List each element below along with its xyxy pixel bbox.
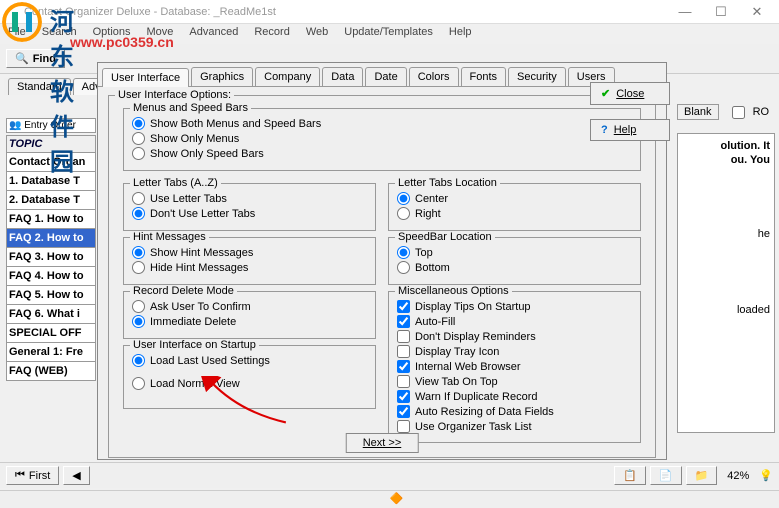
speedbar-loc-legend: SpeedBar Location: [395, 231, 495, 243]
list-item[interactable]: 2. Database T: [6, 191, 96, 210]
menu-search[interactable]: Search: [42, 26, 77, 42]
blank-button[interactable]: Blank: [677, 104, 719, 120]
opt-only-menus[interactable]: Show Only Menus: [132, 132, 632, 145]
misc-option[interactable]: Auto-Fill: [397, 315, 632, 328]
window-title: Contact Organizer Deluxe - Database: _Re…: [24, 6, 667, 18]
list-item[interactable]: FAQ 3. How to: [6, 248, 96, 267]
opt-center[interactable]: Center: [397, 192, 632, 205]
toolbtn-1[interactable]: 📋: [614, 466, 646, 485]
opt-immediate-del[interactable]: Immediate Delete: [132, 315, 367, 328]
menu-web[interactable]: Web: [306, 26, 328, 42]
opt-load-normal[interactable]: Load Normal View: [132, 377, 367, 390]
list-item[interactable]: 1. Database T: [6, 172, 96, 191]
list-item[interactable]: General 1: Fre: [6, 343, 96, 362]
opt-top[interactable]: Top: [397, 246, 632, 259]
next-button[interactable]: Next >>: [346, 433, 419, 453]
titlebar: Contact Organizer Deluxe - Database: _Re…: [0, 0, 779, 24]
maximize-button[interactable]: ☐: [703, 1, 739, 23]
menubar: File Search Options Move Advanced Record…: [0, 24, 779, 44]
menu-update[interactable]: Update/Templates: [344, 26, 433, 42]
list-item[interactable]: FAQ 2. How to: [6, 229, 96, 248]
opt-use-letter[interactable]: Use Letter Tabs: [132, 192, 367, 205]
delete-mode-legend: Record Delete Mode: [130, 285, 237, 297]
opt-load-last[interactable]: Load Last Used Settings: [132, 354, 367, 367]
topic-header: TOPIC: [6, 135, 96, 153]
people-icon: 👥: [9, 120, 21, 131]
letter-loc-legend: Letter Tabs Location: [395, 177, 500, 189]
minimize-button[interactable]: —: [667, 1, 703, 23]
close-button[interactable]: ✕: [739, 1, 775, 23]
dialog-tab[interactable]: Company: [255, 67, 320, 86]
opt-only-speed[interactable]: Show Only Speed Bars: [132, 147, 632, 160]
statusbar: 🔶: [0, 490, 779, 508]
entry-order[interactable]: 👥 Entry Order: [6, 118, 96, 133]
menu-options[interactable]: Options: [93, 26, 131, 42]
opt-hide-hints[interactable]: Hide Hint Messages: [132, 261, 367, 274]
dialog-help-button[interactable]: ?Help: [590, 119, 670, 141]
opt-no-letter[interactable]: Don't Use Letter Tabs: [132, 207, 367, 220]
misc-option[interactable]: Don't Display Reminders: [397, 330, 632, 343]
help-icon: ?: [601, 124, 608, 136]
first-button[interactable]: ⏮ First: [6, 466, 59, 485]
misc-option[interactable]: Auto Resizing of Data Fields: [397, 405, 632, 418]
startup-legend: User Interface on Startup: [130, 339, 259, 351]
opt-right[interactable]: Right: [397, 207, 632, 220]
misc-option[interactable]: Internal Web Browser: [397, 360, 632, 373]
check-icon: ✔: [601, 87, 610, 100]
ro-label: RO: [753, 106, 770, 118]
opt-both-menus[interactable]: Show Both Menus and Speed Bars: [132, 117, 632, 130]
menu-file[interactable]: File: [8, 26, 26, 42]
list-item[interactable]: FAQ 5. How to: [6, 286, 96, 305]
right-panel: Blank RO olution. It ou. You he loaded: [677, 106, 775, 433]
opt-ask-confirm[interactable]: Ask User To Confirm: [132, 300, 367, 313]
list-item[interactable]: FAQ 1. How to: [6, 210, 96, 229]
misc-option[interactable]: Display Tips On Startup: [397, 300, 632, 313]
menu-help[interactable]: Help: [449, 26, 472, 42]
ui-options-legend: User Interface Options:: [115, 89, 234, 101]
tab-standard[interactable]: Standard: [8, 78, 71, 95]
toolbtn-3[interactable]: 📁: [686, 466, 718, 485]
letter-tabs-legend: Letter Tabs (A..Z): [130, 177, 221, 189]
find-button[interactable]: 🔍 Find: [6, 49, 65, 68]
content-preview: olution. It ou. You he loaded: [677, 133, 775, 433]
list-item[interactable]: FAQ 4. How to: [6, 267, 96, 286]
menu-advanced[interactable]: Advanced: [189, 26, 238, 42]
toolbtn-2[interactable]: 📄: [650, 466, 682, 485]
list-item[interactable]: FAQ 6. What i: [6, 305, 96, 324]
options-dialog: User InterfaceGraphicsCompanyDataDateCol…: [97, 62, 667, 460]
dialog-tabs: User InterfaceGraphicsCompanyDataDateCol…: [98, 63, 666, 87]
zoom-pct: 42%: [727, 470, 749, 482]
dialog-tab[interactable]: Graphics: [191, 67, 253, 86]
dialog-tab[interactable]: Date: [365, 67, 406, 86]
hint-legend: Hint Messages: [130, 231, 209, 243]
list-item[interactable]: FAQ (WEB): [6, 362, 96, 381]
misc-option[interactable]: View Tab On Top: [397, 375, 632, 388]
dialog-tab[interactable]: Colors: [409, 67, 459, 86]
dialog-tab[interactable]: Data: [322, 67, 363, 86]
prev-button[interactable]: ◀: [63, 466, 89, 485]
menu-move[interactable]: Move: [147, 26, 174, 42]
misc-option[interactable]: Use Organizer Task List: [397, 420, 632, 433]
menus-speed-legend: Menus and Speed Bars: [130, 102, 251, 114]
misc-legend: Miscellaneous Options: [395, 285, 512, 297]
bottom-bar: ⏮ First ◀ 📋 📄 📁 42% 💡: [0, 462, 779, 488]
dialog-close-button[interactable]: ✔Close: [590, 82, 670, 105]
ro-checkbox[interactable]: [732, 106, 745, 119]
dialog-tab[interactable]: Security: [508, 67, 566, 86]
opt-bottom[interactable]: Bottom: [397, 261, 632, 274]
find-label: Find: [33, 53, 56, 65]
dialog-tab[interactable]: Fonts: [461, 67, 507, 86]
search-icon: 🔍: [15, 52, 29, 65]
misc-option[interactable]: Display Tray Icon: [397, 345, 632, 358]
dialog-tab[interactable]: User Interface: [102, 68, 189, 87]
menu-record[interactable]: Record: [254, 26, 289, 42]
bulb-icon[interactable]: 💡: [759, 469, 773, 482]
list-item[interactable]: Contact Organ: [6, 153, 96, 172]
opt-show-hints[interactable]: Show Hint Messages: [132, 246, 367, 259]
misc-option[interactable]: Warn If Duplicate Record: [397, 390, 632, 403]
list-item[interactable]: SPECIAL OFF: [6, 324, 96, 343]
status-icon: 🔶: [390, 492, 404, 505]
left-column: 👥 Entry Order TOPIC Contact Organ1. Data…: [6, 94, 96, 381]
